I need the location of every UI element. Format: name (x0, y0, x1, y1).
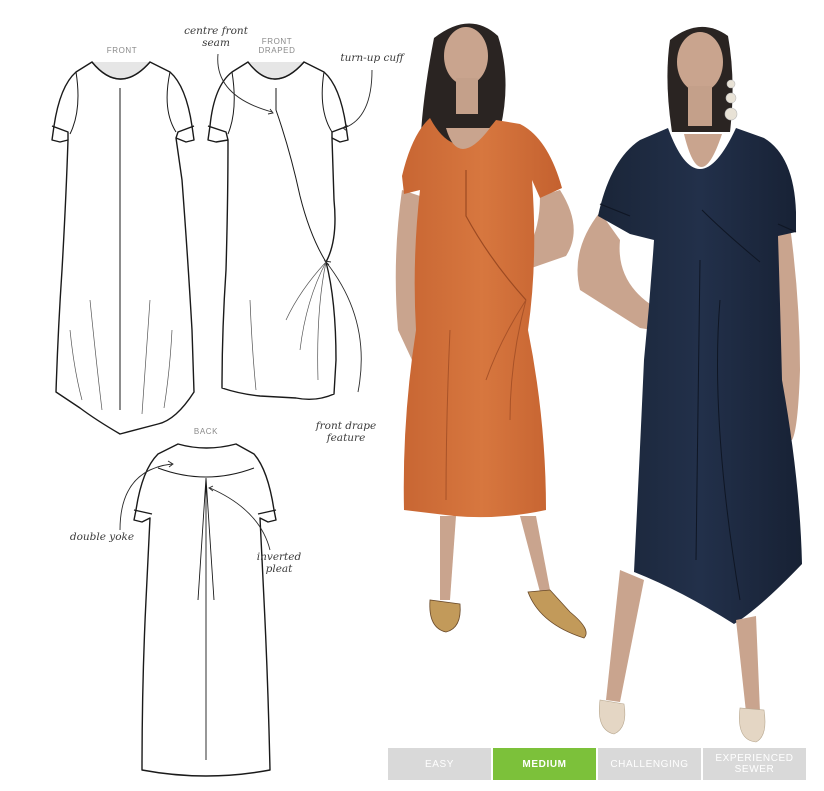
difficulty-challenging: CHALLENGING (598, 748, 701, 780)
annotation-front-drape-line1: front drape (315, 420, 377, 432)
figure-orange-dress (395, 23, 587, 639)
front-flat-sketch (51, 61, 195, 435)
difficulty-experienced-label-line1: EXPERIENCED (715, 753, 794, 764)
annotation-inverted-pleat-line2: pleat (265, 563, 293, 575)
difficulty-easy-label: EASY (424, 758, 455, 770)
difficulty-bar: EASY MEDIUM CHALLENGING EXPERIENCED SEWE… (388, 748, 806, 780)
pattern-illustration: FRONT FRONT DRAPED BACK centre front sea… (0, 0, 824, 791)
difficulty-medium: MEDIUM (493, 748, 596, 780)
difficulty-medium-label: MEDIUM (522, 758, 567, 770)
turn-up-cuff-arrow (343, 69, 373, 129)
illustration-svg (51, 23, 802, 777)
view-label-back: BACK (193, 427, 219, 436)
view-label-front-draped-line2: DRAPED (258, 46, 296, 55)
difficulty-experienced-label-line2: SEWER (734, 764, 775, 775)
annotation-inverted-pleat: inverted pleat (246, 551, 312, 575)
annotation-front-drape-line2: feature (326, 432, 366, 444)
view-label-front: FRONT (106, 46, 138, 55)
view-label-front-draped-line1: FRONT (261, 37, 293, 46)
front-draped-flat-sketch (207, 61, 349, 401)
figure-navy-dress (577, 26, 802, 743)
back-flat-sketch (133, 443, 277, 777)
difficulty-challenging-label: CHALLENGING (610, 758, 689, 770)
annotation-turn-up-cuff: turn-up cuff (340, 52, 404, 64)
view-label-front-draped: FRONT DRAPED (252, 37, 302, 55)
annotation-centre-front-seam-line2: seam (202, 37, 230, 49)
annotation-inverted-pleat-line1: inverted (256, 551, 302, 563)
annotation-centre-front-seam-line1: centre front (184, 25, 248, 37)
annotation-front-drape-feature: front drape feature (306, 420, 386, 444)
difficulty-easy: EASY (388, 748, 491, 780)
annotation-centre-front-seam: centre front seam (176, 25, 256, 49)
annotation-double-yoke: double yoke (69, 531, 135, 543)
difficulty-experienced-sewer: EXPERIENCED SEWER (703, 748, 806, 780)
